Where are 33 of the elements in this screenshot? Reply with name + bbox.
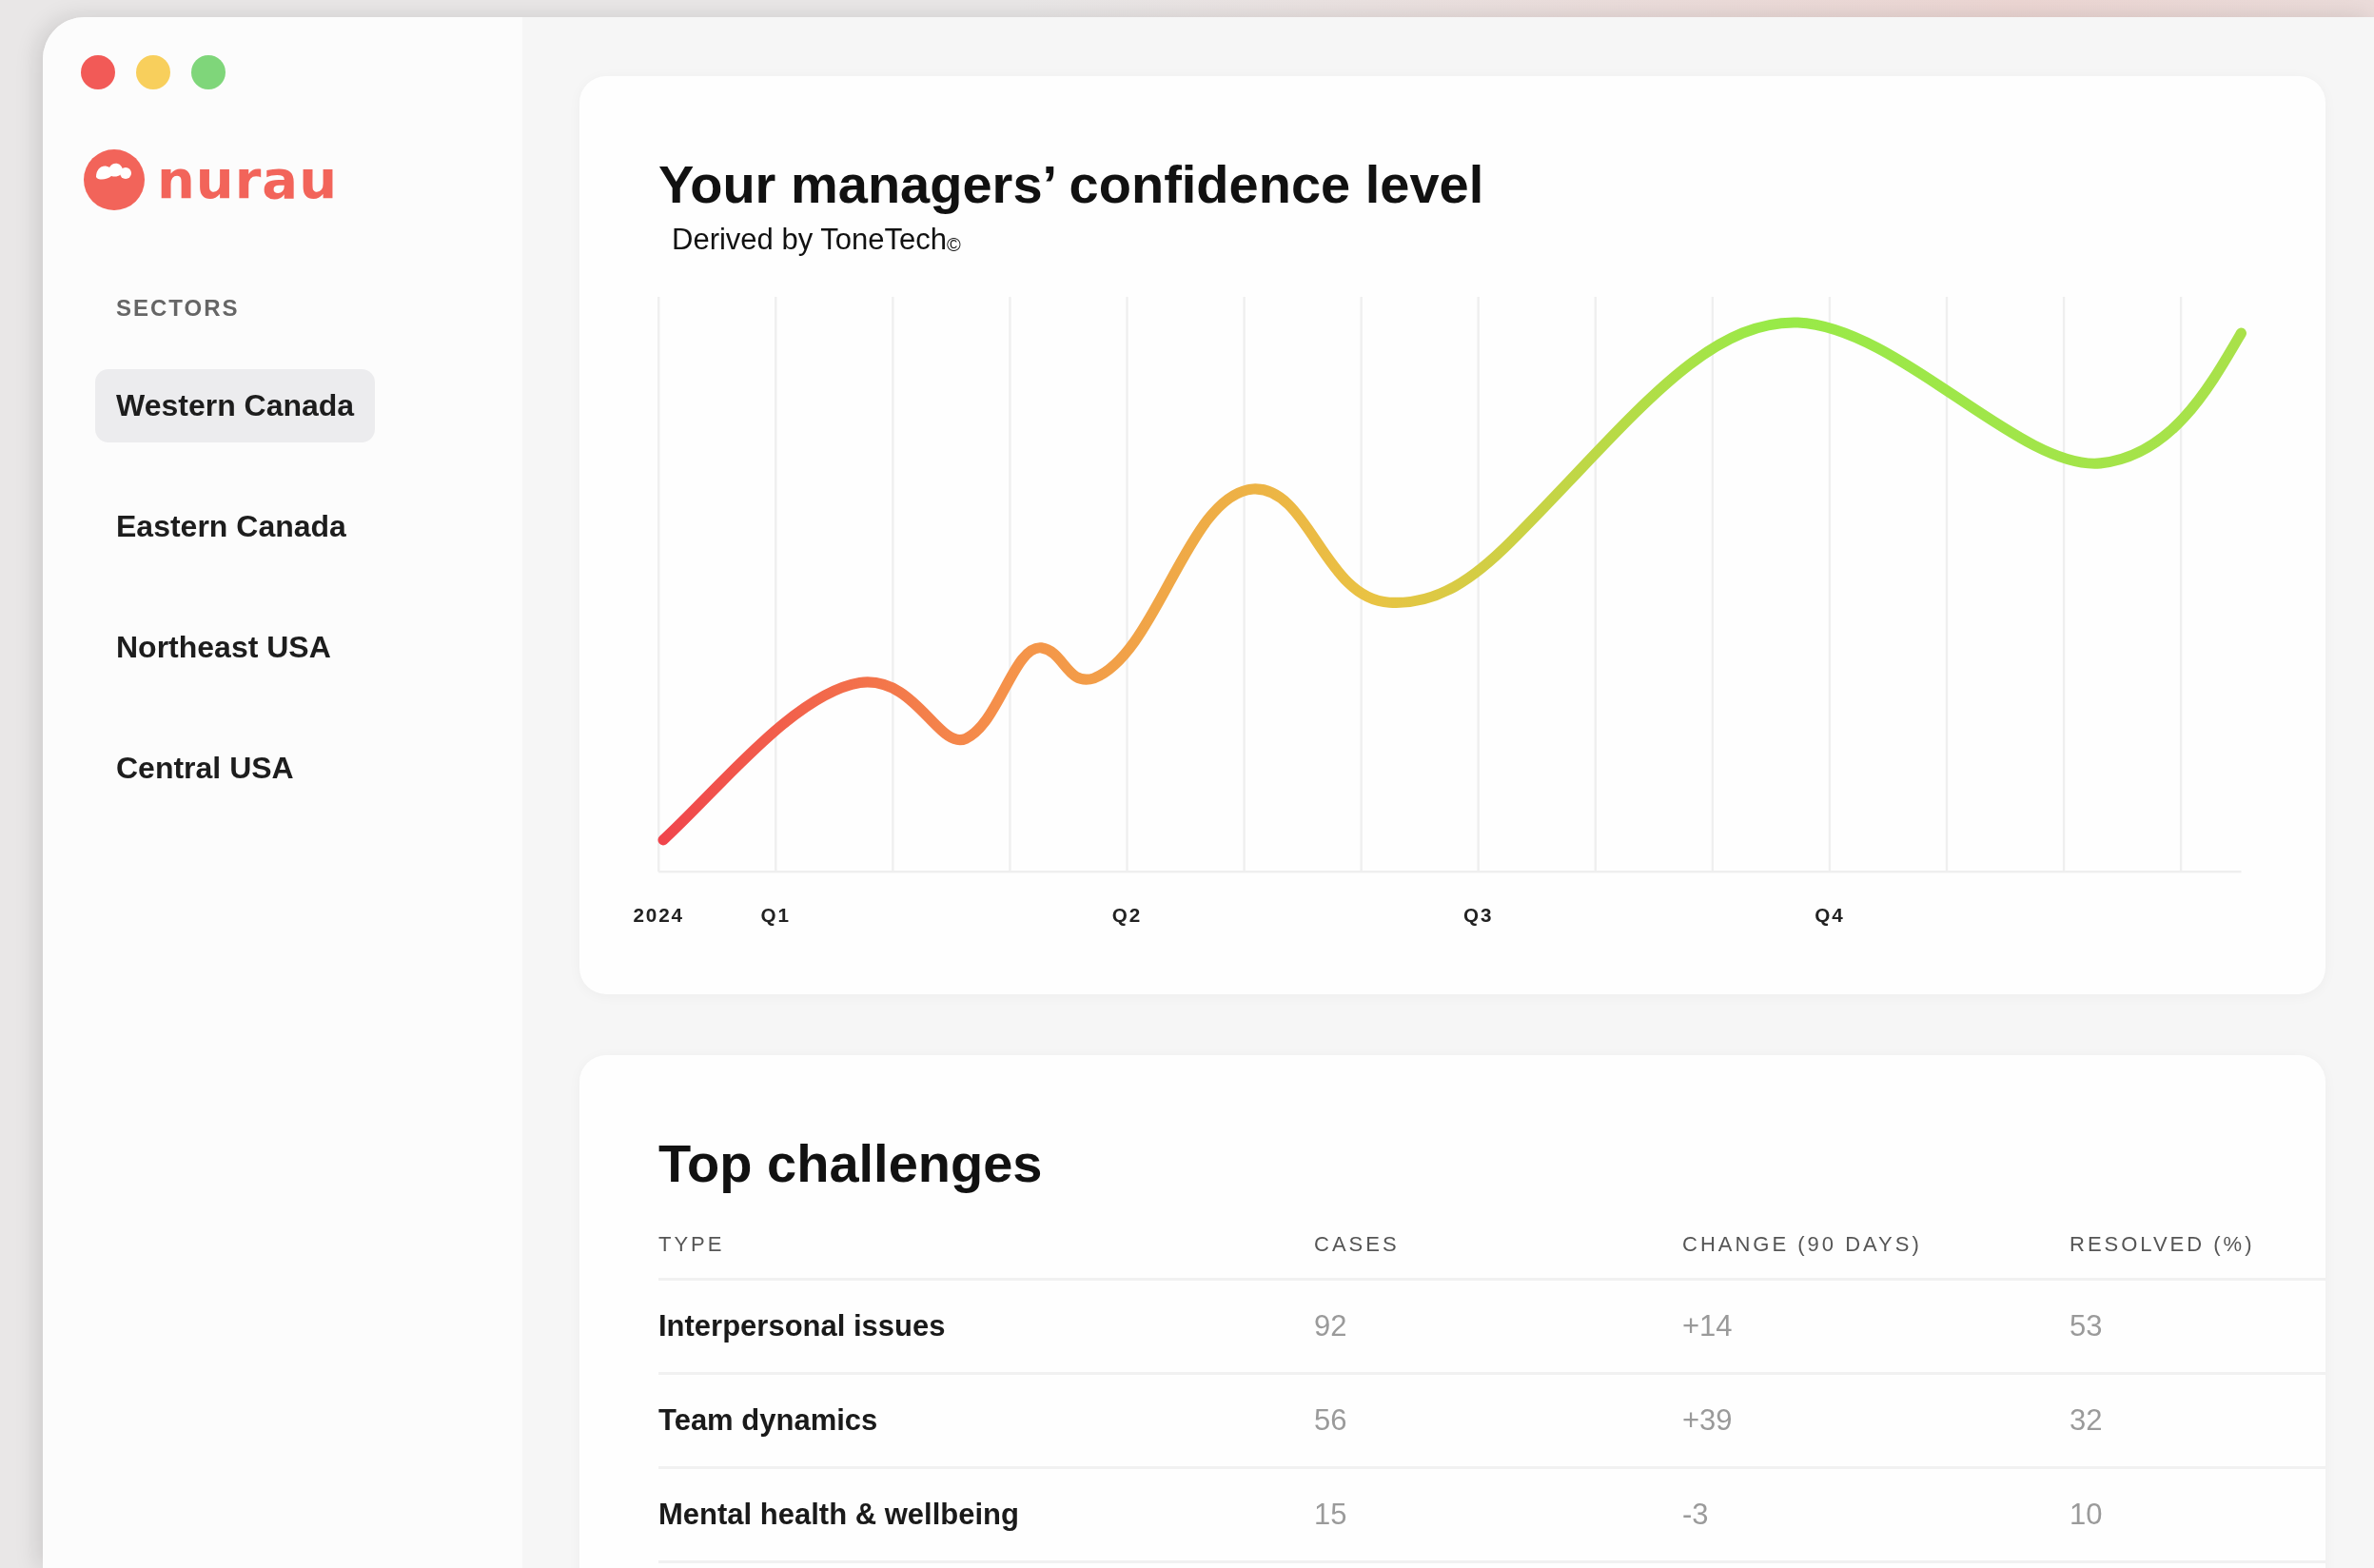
column-header: RESOLVED (%)	[2070, 1232, 2255, 1257]
axis-label: Q3	[1463, 903, 1494, 926]
window-control-button[interactable]	[136, 55, 170, 89]
table-cell: 56	[1314, 1403, 1347, 1438]
chart-title: Your managers’ confidence level	[658, 153, 1484, 215]
sidebar-item[interactable]: Central USA	[95, 732, 315, 805]
column-header: CASES	[1314, 1232, 1400, 1257]
window-control-button[interactable]	[81, 55, 115, 89]
axis-label: Q1	[760, 903, 791, 926]
table-cell: Mental health & wellbeing	[658, 1498, 1019, 1532]
table-cell: 32	[2070, 1403, 2103, 1438]
table-cell: Team dynamics	[658, 1403, 878, 1438]
table-cell: +39	[1682, 1403, 1733, 1438]
table-cell: -3	[1682, 1498, 1709, 1532]
column-header: CHANGE (90 DAYS)	[1682, 1232, 1922, 1257]
logo-icon	[83, 148, 146, 211]
table-cell: 15	[1314, 1498, 1347, 1532]
table-cell: 53	[2070, 1309, 2103, 1343]
table-title: Top challenges	[658, 1132, 1043, 1194]
sidebar-item[interactable]: Eastern Canada	[95, 490, 367, 563]
logo-text: nurau	[157, 153, 338, 206]
axis-label: Q2	[1111, 903, 1143, 926]
table-cell: Interpersonal issues	[658, 1309, 946, 1343]
axis-label: 2024	[633, 903, 684, 926]
section-heading: SECTORS	[116, 295, 240, 322]
axis-label: Q4	[1815, 903, 1845, 926]
column-header: TYPE	[658, 1232, 725, 1257]
sidebar-item[interactable]: Western Canada	[95, 369, 376, 442]
table-cell: 10	[2070, 1498, 2103, 1532]
window-control-button[interactable]	[191, 55, 226, 89]
sidebar-item[interactable]: Northeast USA	[95, 611, 352, 684]
table-cell: 92	[1314, 1309, 1347, 1343]
table-cell: +14	[1682, 1309, 1733, 1343]
